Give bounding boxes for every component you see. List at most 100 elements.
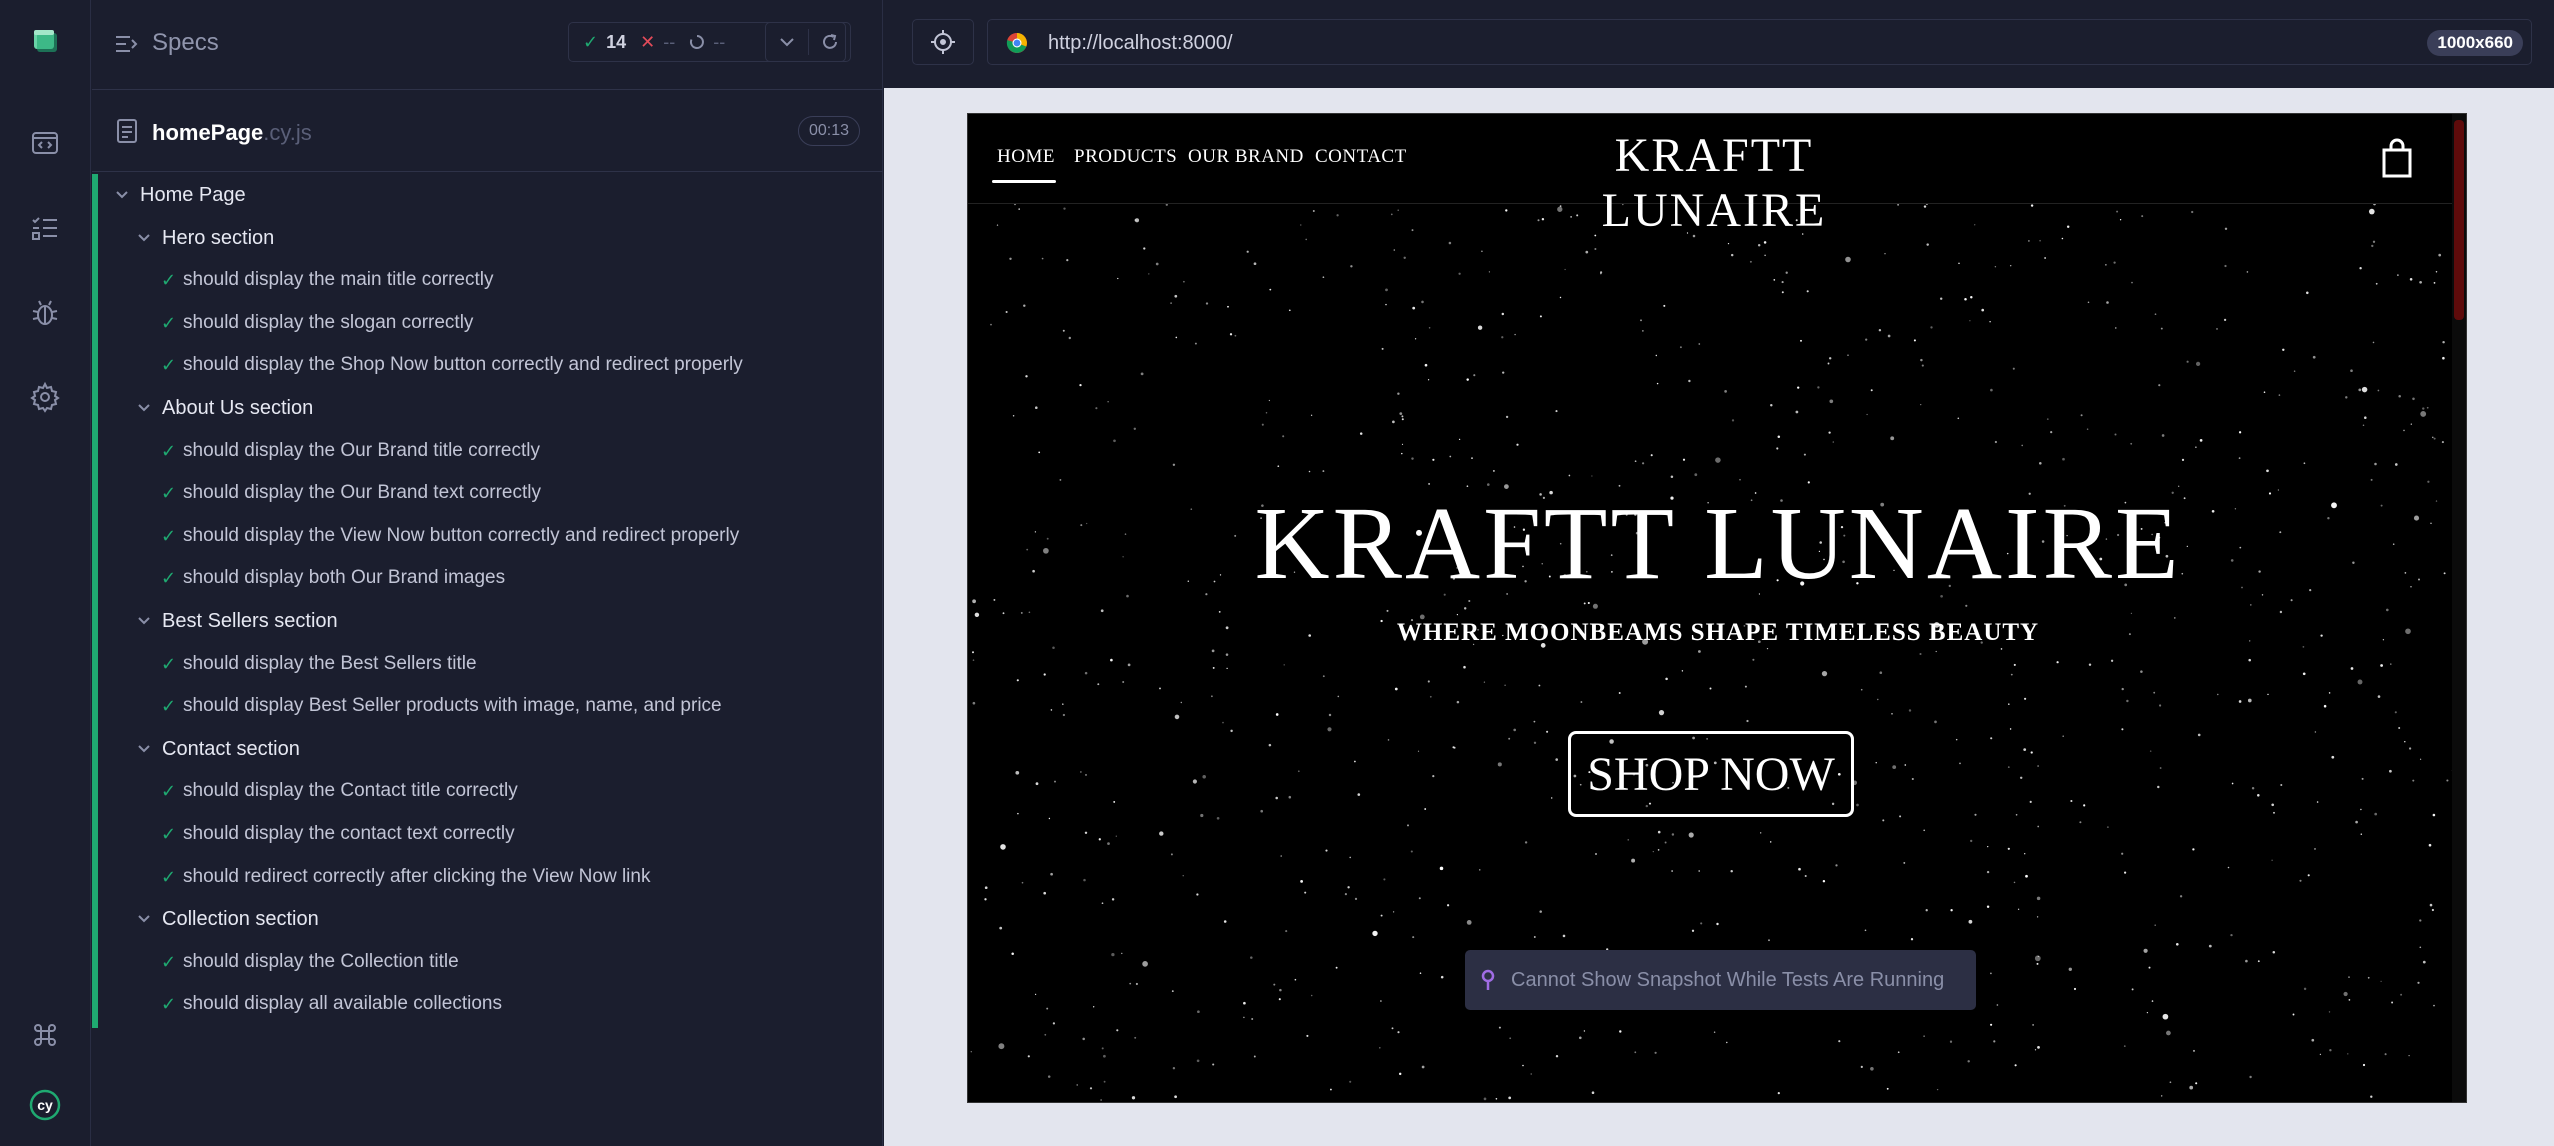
test-title: should display all available collections [183, 993, 502, 1014]
passed-check-icon: ✓ [161, 312, 177, 333]
suite-title: Hero section [162, 226, 275, 249]
pin-icon [1481, 969, 1495, 990]
test-row[interactable]: ✓ should display Best Seller products wit… [98, 685, 883, 727]
suite-row[interactable]: Contact section [98, 728, 883, 770]
crosshair-icon [931, 30, 955, 54]
test-row[interactable]: ✓ should display the View Now button corr… [98, 515, 883, 557]
specs-list-icon[interactable] [114, 32, 140, 58]
test-row[interactable]: ✓ should display the Our Brand text corre… [98, 472, 883, 514]
cypress-app-icon[interactable] [23, 18, 67, 62]
suite-row[interactable]: Home Page [98, 174, 883, 216]
test-title: should display Best Seller products with… [183, 695, 722, 716]
test-title: should display the contact text correctl… [183, 823, 515, 844]
nav-active-underline [992, 180, 1056, 183]
chevron-down-icon [138, 915, 150, 923]
settings-gear-icon[interactable] [23, 375, 67, 419]
shopping-bag-icon[interactable] [2378, 136, 2416, 180]
test-row[interactable]: ✓ should display the contact text correct… [98, 813, 883, 855]
suite-row[interactable]: Hero section [98, 217, 883, 259]
test-row[interactable]: ✓ should display the Our Brand title corr… [98, 430, 883, 472]
suite-title: Best Sellers section [162, 609, 338, 632]
pending-spinner-icon [690, 35, 705, 49]
reporter-panel: Specs ✓ 14 ✕ -- -- homePage.cy.js 00:13 … [92, 0, 883, 1146]
nav-link-contact[interactable]: CONTACT [1315, 146, 1407, 168]
chrome-icon [1006, 32, 1027, 53]
test-row[interactable]: ✓ should display the Collection title [98, 941, 883, 983]
url-text: http://localhost:8000/ [1048, 32, 1233, 54]
test-title: should display the Our Brand text correc… [183, 482, 542, 503]
passed-check-icon: ✓ [161, 951, 177, 972]
test-title: should display the View Now button corre… [183, 525, 740, 546]
test-title: should display the Collection title [183, 951, 459, 972]
test-row[interactable]: ✓ should redirect correctly after clickin… [98, 856, 883, 898]
passed-check-icon: ✓ [161, 269, 177, 290]
spec-file-extension: .cy.js [263, 120, 312, 145]
chevron-down-icon [116, 191, 128, 199]
passed-check-icon: ✓ [161, 866, 177, 887]
passed-check-icon: ✓ [161, 823, 177, 844]
test-title: should display both Our Brand images [183, 567, 506, 588]
specs-title[interactable]: Specs [152, 29, 219, 57]
scrollbar-thumb[interactable] [2454, 120, 2464, 320]
nav-link-home[interactable]: HOME [997, 146, 1055, 168]
test-row[interactable]: ✓ should display the Shop Now button corr… [98, 344, 883, 386]
test-row[interactable]: ✓ should display the Best Sellers title [98, 643, 883, 685]
run-controls [765, 22, 851, 62]
test-row[interactable]: ✓ should display the Contact title correc… [98, 770, 883, 812]
nav-link-products[interactable]: PRODUCTS [1074, 146, 1177, 168]
selector-playground-button[interactable] [912, 19, 974, 65]
spec-file-basename: homePage [152, 120, 264, 145]
test-row[interactable]: ✓ should display both Our Brand images [98, 557, 883, 599]
spec-file-name: homePage.cy.js [152, 120, 312, 146]
nav-link-our-brand[interactable]: OUR BRAND [1188, 146, 1304, 168]
suite-title: About Us section [162, 396, 314, 419]
hero-title: KRAFTT LUNAIRE [1254, 486, 2182, 601]
cypress-logo-icon[interactable]: cy [23, 1083, 67, 1127]
passed-check-icon: ✓ [161, 525, 177, 546]
passed-check-icon: ✓ [161, 780, 177, 801]
test-row[interactable]: ✓ should display the main title correctly [98, 259, 883, 301]
runs-list-icon[interactable] [23, 206, 67, 250]
passed-count: 14 [606, 31, 627, 52]
test-title: should display the main title correctly [183, 269, 494, 290]
check-icon: ✓ [583, 31, 599, 52]
shop-now-button[interactable]: SHOP NOW [1568, 731, 1854, 817]
suite-row[interactable]: Best Sellers section [98, 600, 883, 642]
chevron-down-icon [138, 617, 150, 625]
browser-area: http://localhost:8000/ 1000x660 HOME PRO… [884, 0, 2554, 1146]
x-icon: ✕ [640, 31, 656, 52]
passed-stat: ✓ 14 [569, 32, 626, 53]
suite-title: Contact section [162, 737, 300, 760]
test-title: should display the Shop Now button corre… [183, 354, 743, 375]
chevron-down-icon [138, 234, 150, 242]
test-title: should display the Our Brand title corre… [183, 440, 540, 461]
hero-slogan: WHERE MOONBEAMS SHAPE TIMELESS BEAUTY [1396, 619, 2040, 646]
test-row[interactable]: ✓ should display all available collection… [98, 983, 883, 1025]
pending-count: -- [713, 31, 726, 52]
collapse-button[interactable] [766, 23, 808, 61]
nav-rail: cy [0, 0, 91, 1146]
viewport-size-badge[interactable]: 1000x660 [2427, 30, 2523, 56]
failed-stat: ✕ -- [626, 32, 675, 53]
suite-title: Collection section [162, 907, 319, 930]
chevron-down-icon [138, 404, 150, 412]
test-row[interactable]: ✓ should display the slogan correctly [98, 302, 883, 344]
passed-check-icon: ✓ [161, 354, 177, 375]
url-bar[interactable]: http://localhost:8000/ 1000x660 [987, 19, 2532, 65]
command-key-icon[interactable] [23, 1013, 67, 1057]
site-logo[interactable]: KRAFTT LUNAIRE [1524, 128, 1904, 238]
rerun-button[interactable] [809, 23, 851, 61]
suite-row[interactable]: Collection section [98, 898, 883, 940]
test-title: should display the Contact title correct… [183, 780, 518, 801]
suite-row[interactable]: About Us section [98, 387, 883, 429]
passed-check-icon: ✓ [161, 482, 177, 503]
spec-file-row[interactable]: homePage.cy.js 00:13 [92, 92, 883, 172]
failed-count: -- [663, 31, 676, 52]
browser-code-icon[interactable] [23, 121, 67, 165]
page-scrollbar[interactable] [2452, 114, 2466, 1102]
passed-check-icon: ✓ [161, 440, 177, 461]
run-duration-badge: 00:13 [798, 116, 860, 146]
passed-check-icon: ✓ [161, 695, 177, 716]
debug-bug-icon[interactable] [23, 291, 67, 335]
address-strip: http://localhost:8000/ 1000x660 [884, 0, 2554, 88]
